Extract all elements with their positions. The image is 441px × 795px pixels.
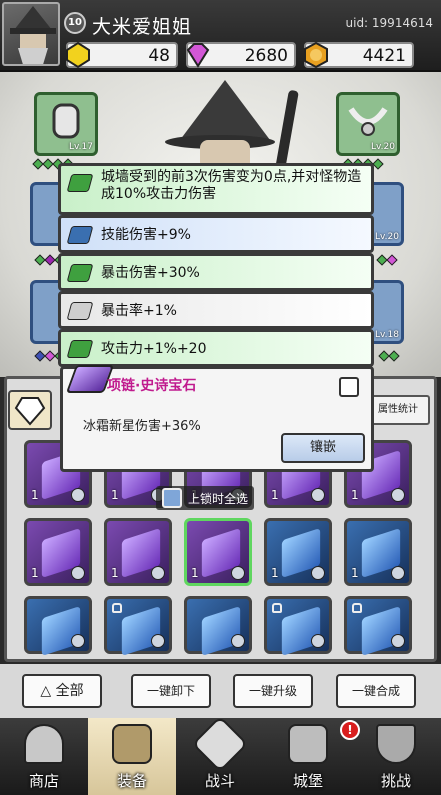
coin-value: 4421: [362, 46, 406, 66]
badge-icon: [151, 634, 165, 648]
white-gem-icon: [66, 302, 94, 320]
nav-equipment-label: 装备: [116, 772, 147, 790]
gem-cell[interactable]: [184, 596, 252, 656]
badge-icon: [231, 634, 245, 648]
lock-icon: [112, 603, 122, 613]
nav-shop-label: 商店: [28, 772, 59, 790]
gem-attribute-text: 技能伤害+9%: [101, 227, 191, 243]
select-all-checkbox[interactable]: [162, 488, 182, 508]
gem-attribute-text: 攻击力+1%+20: [101, 341, 207, 357]
select-all-label: 上锁时全选: [188, 491, 249, 506]
lock-icon: [352, 603, 362, 613]
gem-attribute-text: 暴击伤害+30%: [101, 265, 200, 281]
gem-cell-selected[interactable]: 1: [184, 518, 252, 586]
lock-select-all[interactable]: 上锁时全选: [156, 486, 255, 510]
attribute-stats-button[interactable]: 属性统计: [366, 395, 430, 425]
shop-icon: [24, 724, 64, 764]
badge-icon: [391, 634, 405, 648]
backpack-icon: [112, 724, 152, 764]
gold-value: 48: [148, 46, 170, 66]
badge-icon: [231, 566, 245, 580]
unlock-icon[interactable]: [339, 377, 359, 397]
wizard-portrait-icon: [10, 6, 56, 64]
upgrade-all-button[interactable]: 一键升级: [233, 674, 313, 708]
castle-icon: [288, 724, 328, 764]
gem-attribute-row: 城墙受到的前3次伤害变为0点,并对怪物造成10%攻击力伤害: [58, 163, 374, 215]
pink-diamond-icon: [186, 43, 210, 68]
green-gem-icon: [66, 174, 94, 192]
gem-cell[interactable]: [104, 596, 172, 656]
badge-icon: [151, 566, 165, 580]
blue-gem-icon: [66, 226, 94, 244]
slot-gem-dots: [376, 254, 398, 266]
gold-gem-icon: [66, 41, 90, 69]
gem-attribute-row: 攻击力+1%+20: [58, 329, 374, 367]
gem-detail-popup: 项链·史诗宝石 冰霜新星伤害+36% 镶嵌: [60, 365, 374, 472]
gem-outline-icon: [14, 397, 46, 426]
gold-resource: 48: [66, 41, 178, 69]
badge-icon: [71, 488, 85, 502]
equip-slot-helmet[interactable]: Lv.17: [34, 92, 98, 156]
player-uid: uid: 19914614: [345, 16, 434, 30]
triangle-icon: △: [40, 683, 56, 699]
equip-slot-necklace[interactable]: Lv.20: [336, 92, 400, 156]
wizard-hat: [180, 80, 270, 140]
player-level-badge: 10: [64, 12, 86, 34]
nav-battle-label: 战斗: [204, 772, 235, 790]
gem-cell[interactable]: 1: [24, 518, 92, 586]
gem-cell[interactable]: 1: [264, 518, 332, 586]
gem-attribute-text: 城墙受到的前3次伤害变为0点,并对怪物造成10%攻击力伤害: [101, 169, 362, 202]
player-avatar[interactable]: [2, 2, 60, 66]
nav-shop[interactable]: 商店: [0, 718, 88, 795]
badge-icon: [311, 634, 325, 648]
gem-cell[interactable]: [264, 596, 332, 656]
diamond-value: 2680: [244, 46, 288, 66]
lock-icon: [272, 603, 282, 613]
filter-all-label: 全部: [55, 683, 84, 699]
nav-battle[interactable]: 战斗: [176, 715, 264, 795]
gem-attribute-row: 暴击伤害+30%: [58, 253, 374, 291]
crossed-swords-icon: [191, 715, 249, 773]
coin-resource: 4421: [304, 41, 414, 69]
inlay-button[interactable]: 镶嵌: [281, 433, 365, 463]
alert-badge: !: [340, 720, 360, 740]
gem-cell[interactable]: 1: [104, 518, 172, 586]
slot-level: Lv.20: [371, 142, 395, 152]
gem-attribute-row: 暴击率+1%: [58, 291, 374, 329]
badge-icon: [71, 566, 85, 580]
gem-cell[interactable]: [24, 596, 92, 656]
nav-challenge-label: 挑战: [380, 772, 411, 790]
badge-icon: [71, 634, 85, 648]
nav-challenge[interactable]: 挑战: [352, 718, 440, 795]
unequip-all-button[interactable]: 一键卸下: [131, 674, 211, 708]
nav-castle-label: 城堡: [292, 772, 323, 790]
slot-gem-dots: [378, 350, 400, 362]
gem-cell[interactable]: 1: [344, 518, 412, 586]
gem-description: 冰霜新星伤害+36%: [83, 419, 201, 434]
gem-name: 项链·史诗宝石: [107, 378, 197, 394]
filter-all-button[interactable]: △ 全部: [22, 674, 102, 708]
badge-icon: [391, 488, 405, 502]
green-gem-icon: [66, 264, 94, 282]
badge-icon: [391, 566, 405, 580]
gem-tab[interactable]: [8, 390, 52, 430]
coin-icon: [304, 41, 328, 69]
nav-castle[interactable]: 城堡: [264, 718, 352, 795]
player-name: 大米爱姐姐: [92, 16, 193, 38]
gem-attribute-row: 技能伤害+9%: [58, 215, 374, 253]
gem-cell[interactable]: [344, 596, 412, 656]
green-gem-icon: [66, 340, 94, 358]
slot-level: Lv.17: [69, 142, 93, 152]
slot-level: Lv.18: [375, 330, 399, 340]
gem-attribute-text: 暴击率+1%: [101, 303, 177, 319]
slot-level: Lv.20: [375, 232, 399, 242]
shield-icon: [376, 724, 416, 764]
merge-all-button[interactable]: 一键合成: [336, 674, 416, 708]
diamond-resource: 2680: [186, 42, 296, 68]
badge-icon: [311, 488, 325, 502]
badge-icon: [311, 566, 325, 580]
nav-equipment[interactable]: 装备: [88, 718, 176, 795]
